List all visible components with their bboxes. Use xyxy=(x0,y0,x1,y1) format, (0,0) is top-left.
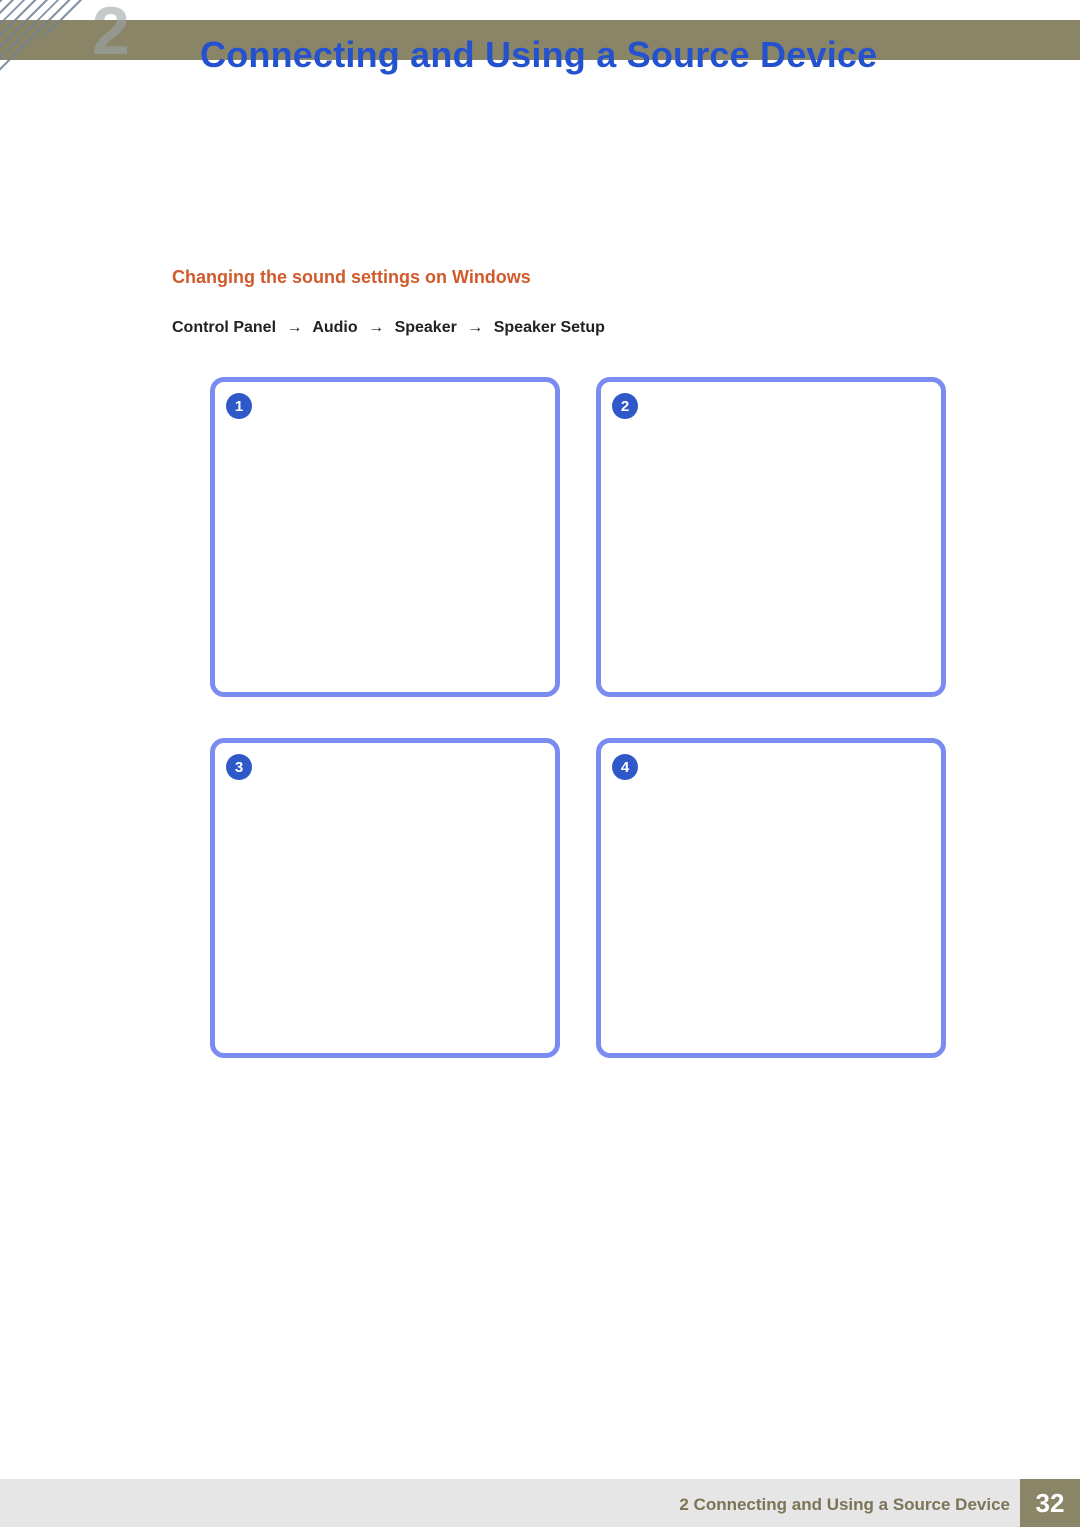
arrow-right-icon: → xyxy=(467,319,483,336)
breadcrumb-item: Audio xyxy=(312,319,357,336)
step-number-badge: 4 xyxy=(612,754,638,780)
breadcrumb-item: Speaker xyxy=(395,319,457,336)
step-number-badge: 1 xyxy=(226,393,252,419)
breadcrumb: Control Panel → Audio → Speaker → Speake… xyxy=(172,319,605,337)
step-number-badge: 2 xyxy=(612,393,638,419)
step-box: 3 xyxy=(210,738,560,1058)
section-title: Changing the sound settings on Windows xyxy=(172,267,531,288)
chapter-number: 2 xyxy=(92,0,130,70)
breadcrumb-item: Speaker Setup xyxy=(494,319,605,336)
step-box: 4 xyxy=(596,738,946,1058)
chapter-title: Connecting and Using a Source Device xyxy=(200,34,877,76)
step-box: 2 xyxy=(596,377,946,697)
breadcrumb-item: Control Panel xyxy=(172,319,276,336)
arrow-right-icon: → xyxy=(286,319,302,336)
footer-text: 2 Connecting and Using a Source Device xyxy=(679,1495,1010,1515)
step-number-badge: 3 xyxy=(226,754,252,780)
footer-page-number: 32 xyxy=(1020,1479,1080,1527)
arrow-right-icon: → xyxy=(368,319,384,336)
step-box: 1 xyxy=(210,377,560,697)
